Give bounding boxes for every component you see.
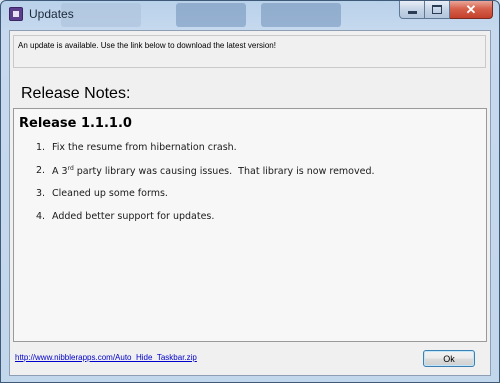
window-controls: ✕ [399, 1, 493, 21]
list-item-text-part: party library was causing issues. That l… [73, 166, 375, 177]
list-item: 4. Added better support for updates. [14, 208, 486, 231]
list-item: 2. A 3rd party library was causing issue… [14, 162, 486, 185]
release-notes-panel[interactable]: Release 1.1.1.0 1. Fix the resume from h… [13, 108, 487, 342]
list-item-text: Added better support for updates. [52, 211, 215, 222]
list-item-text: Cleaned up some forms. [52, 188, 168, 199]
update-window: Updates ✕ An update is available. Use th… [0, 0, 500, 383]
list-item: 3. Cleaned up some forms. [14, 185, 486, 208]
release-notes-heading: Release Notes: [21, 85, 131, 102]
list-item-text: Fix the resume from hibernation crash. [52, 142, 237, 153]
message-box: An update is available. Use the link bel… [13, 35, 486, 68]
release-notes-content: Release 1.1.1.0 1. Fix the resume from h… [14, 109, 486, 341]
title-bar[interactable]: Updates ✕ [1, 1, 499, 29]
download-link[interactable]: http://www.nibblerapps.com/Auto_Hide_Tas… [15, 353, 197, 362]
message-text: An update is available. Use the link bel… [18, 41, 276, 50]
maximize-button[interactable] [425, 1, 450, 19]
list-item-number: 2. [36, 165, 46, 176]
ok-button[interactable]: Ok [423, 350, 475, 367]
close-icon: ✕ [465, 1, 477, 17]
window-title: Updates [29, 7, 74, 21]
list-item: 1. Fix the resume from hibernation crash… [14, 139, 486, 162]
dialog-client-area: An update is available. Use the link bel… [9, 30, 491, 376]
minimize-button[interactable] [399, 1, 425, 19]
release-notes-list: 1. Fix the resume from hibernation crash… [14, 139, 486, 231]
minimize-icon [407, 11, 417, 14]
list-item-number: 3. [36, 188, 46, 199]
maximize-icon [432, 5, 442, 14]
list-item-text-part: A 3 [52, 166, 68, 177]
list-item-number: 1. [36, 142, 46, 153]
release-title: Release 1.1.1.0 [19, 116, 132, 131]
list-item-text: A 3rd party library was causing issues. … [52, 165, 375, 177]
close-button[interactable]: ✕ [450, 1, 493, 19]
list-item-number: 4. [36, 211, 46, 222]
app-icon [9, 7, 23, 21]
